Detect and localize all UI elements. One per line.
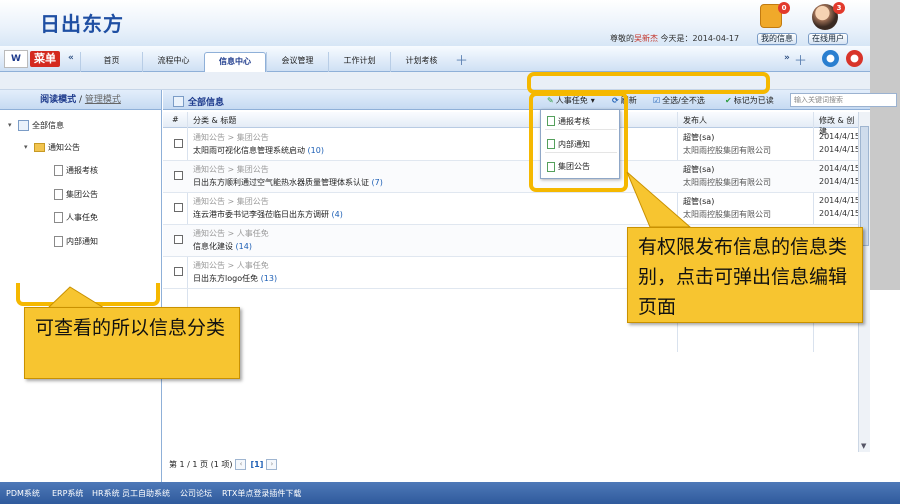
callout-right-arrow [626, 171, 692, 228]
footer-link-pdm[interactable]: PDM系统 [6, 488, 40, 499]
footer-links: PDM系统 ERP系统 HR系统 员工自助系统 公司论坛 RTX单点登录插件下载 [0, 482, 900, 504]
footer-link-forum[interactable]: 公司论坛 [180, 488, 212, 499]
callout-categories: 可查看的所以信息分类 [24, 307, 240, 379]
footer-link-self-service[interactable]: 员工自助系统 [122, 488, 170, 499]
callout-left-arrow [46, 286, 106, 309]
footer-link-rtx[interactable]: RTX单点登录插件下载 [222, 488, 301, 499]
callout-publish: 有权限发布信息的信息类别，点击可弹出信息编辑页面 [627, 227, 863, 323]
footer-link-hr[interactable]: HR系统 [92, 488, 120, 499]
footer-link-erp[interactable]: ERP系统 [52, 488, 83, 499]
